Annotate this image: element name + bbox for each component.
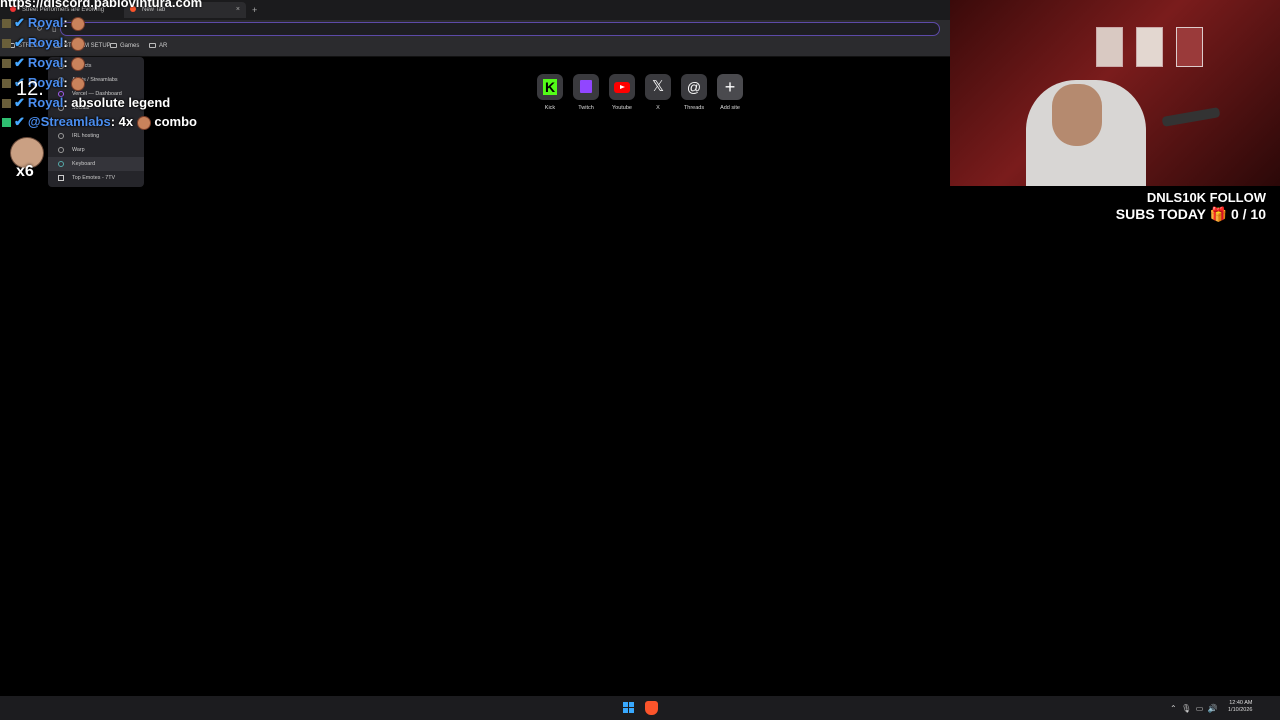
speed-dial-label: X [656,105,660,111]
chat-text: : [63,15,68,30]
chat-text: : [63,75,68,90]
chat-username: Royal [27,35,64,50]
sub-goal-widget: DNLS10K FOLLOW SUBS TODAY 🎁 0 / 10 [1116,189,1266,223]
globe-icon [58,133,64,139]
emote-icon [71,16,86,31]
speed-dial-x[interactable]: 𝕏 X [643,74,673,111]
badge-icon [2,79,11,89]
close-tab-icon[interactable]: × [236,2,240,18]
bookmark-folder-games[interactable]: Games [110,43,139,49]
speed-dial-label: Threads [683,105,705,111]
emote-icon [136,115,151,130]
chat-username: Royal [27,55,64,70]
chat-text: : [63,55,68,70]
new-tab-button[interactable]: + [252,3,257,17]
clock-time: 12:40 AM [1229,700,1253,706]
chat-username: Royal [27,15,64,30]
dropdown-item-keyboard[interactable]: Keyboard [48,157,144,171]
x-logo-icon: 𝕏 [645,74,671,100]
verified-check-icon: ✔ [14,114,25,129]
sub-goal-line2: SUBS TODAY 🎁 0 / 10 [1115,206,1266,222]
twitch-icon [573,74,599,100]
bookmark-label: AR [159,43,168,50]
network-icon[interactable]: ▭ [1196,704,1204,713]
threads-icon: @ [681,74,707,100]
speed-dial-kick[interactable]: Kick [535,74,565,111]
dropdown-item-label: Warp [72,147,85,153]
speed-dial-label: Add site [720,105,740,111]
windows-start-icon[interactable] [623,702,635,714]
bookmark-folder-ar[interactable]: AR [149,43,167,49]
chat-message: ✔ Royal: [2,55,86,71]
speed-dial-add-site[interactable]: + Add site [715,74,745,111]
taskbar-clock[interactable]: 12:40 AM 1/10/2026 [1228,700,1252,714]
streamlabs-badge-icon [2,118,11,128]
dropdown-item-warp[interactable]: Warp [48,143,144,157]
speed-dial-label: Twitch [578,105,594,111]
chat-username: @Streamlabs [27,114,111,129]
speed-dial-threads[interactable]: @ Threads [679,74,709,111]
chat-text: : [63,35,68,50]
speed-dial-label: Kick [544,105,556,111]
streamer-head [1052,84,1102,146]
dropdown-item-irl-hosting[interactable]: IRL hosting [48,129,144,143]
microphone-icon[interactable]: 🎙 [1181,704,1191,713]
verified-check-icon: ✔ [14,15,25,30]
sub-goal-line1: DNLS10K FOLLOW [1146,190,1266,205]
verified-check-icon: ✔ [14,55,25,70]
emote-icon [71,76,86,91]
folder-icon [110,43,117,48]
youtube-icon [609,74,635,100]
emote-icon [71,56,86,71]
badge-icon [2,99,11,109]
address-bar[interactable] [60,22,940,36]
webcam-feed [950,0,1280,186]
verified-check-icon: ✔ [14,95,25,110]
chat-username: Royal [27,95,64,110]
badge-icon [2,59,11,69]
dropdown-item-label: Top Emotes - 7TV [72,175,116,181]
volume-icon[interactable]: 🔊 [1208,704,1218,713]
verified-check-icon: ✔ [14,35,25,50]
keyboard-icon [58,161,64,167]
chat-message: ✔ Royal: [2,35,86,51]
chevron-up-icon[interactable]: ⌃ [1170,704,1177,713]
plus-icon: + [717,74,743,100]
badge-icon [2,39,11,49]
brave-browser-icon[interactable] [645,701,658,715]
combo-count: x6 [16,163,34,180]
taskbar [0,696,1280,720]
wall-frame-plain [1136,27,1163,67]
microphone [1161,107,1221,127]
chat-message: ✔ Royal: absolute legend [2,95,170,111]
system-tray: ⌃ 🎙 ▭ 🔊 [1170,704,1218,713]
wall-frame-mask [1096,27,1123,67]
kick-icon [537,74,563,100]
chat-text: : 4x [110,114,134,129]
clock-date: 1/10/2026 [1228,707,1253,713]
chat-text: : absolute legend [63,95,171,110]
speed-dial-label: Youtube [612,105,632,111]
dropdown-item-top-emotes[interactable]: Top Emotes - 7TV [48,171,144,185]
chat-message-streamlabs: ✔ @Streamlabs: 4x combo [2,114,197,130]
speed-dial-youtube[interactable]: Youtube [607,74,637,111]
wall-frame-pattern [1176,27,1203,67]
folder-icon [149,43,156,48]
emote-icon [71,36,86,51]
bookmark-label: Games [120,43,140,50]
badge-icon [2,19,11,29]
chat-text-suffix: combo [154,114,197,129]
dropdown-item-label: IRL hosting [72,133,100,139]
dropdown-item-label: Keyboard [72,161,96,167]
chat-url-text: https://discord.pablovintura.com [0,0,203,10]
chat-message: ✔ Royal: [2,15,86,31]
7tv-icon [58,175,64,181]
globe-icon [58,147,64,153]
speed-dial-twitch[interactable]: Twitch [571,74,601,111]
bookmarks-bar [0,39,950,57]
